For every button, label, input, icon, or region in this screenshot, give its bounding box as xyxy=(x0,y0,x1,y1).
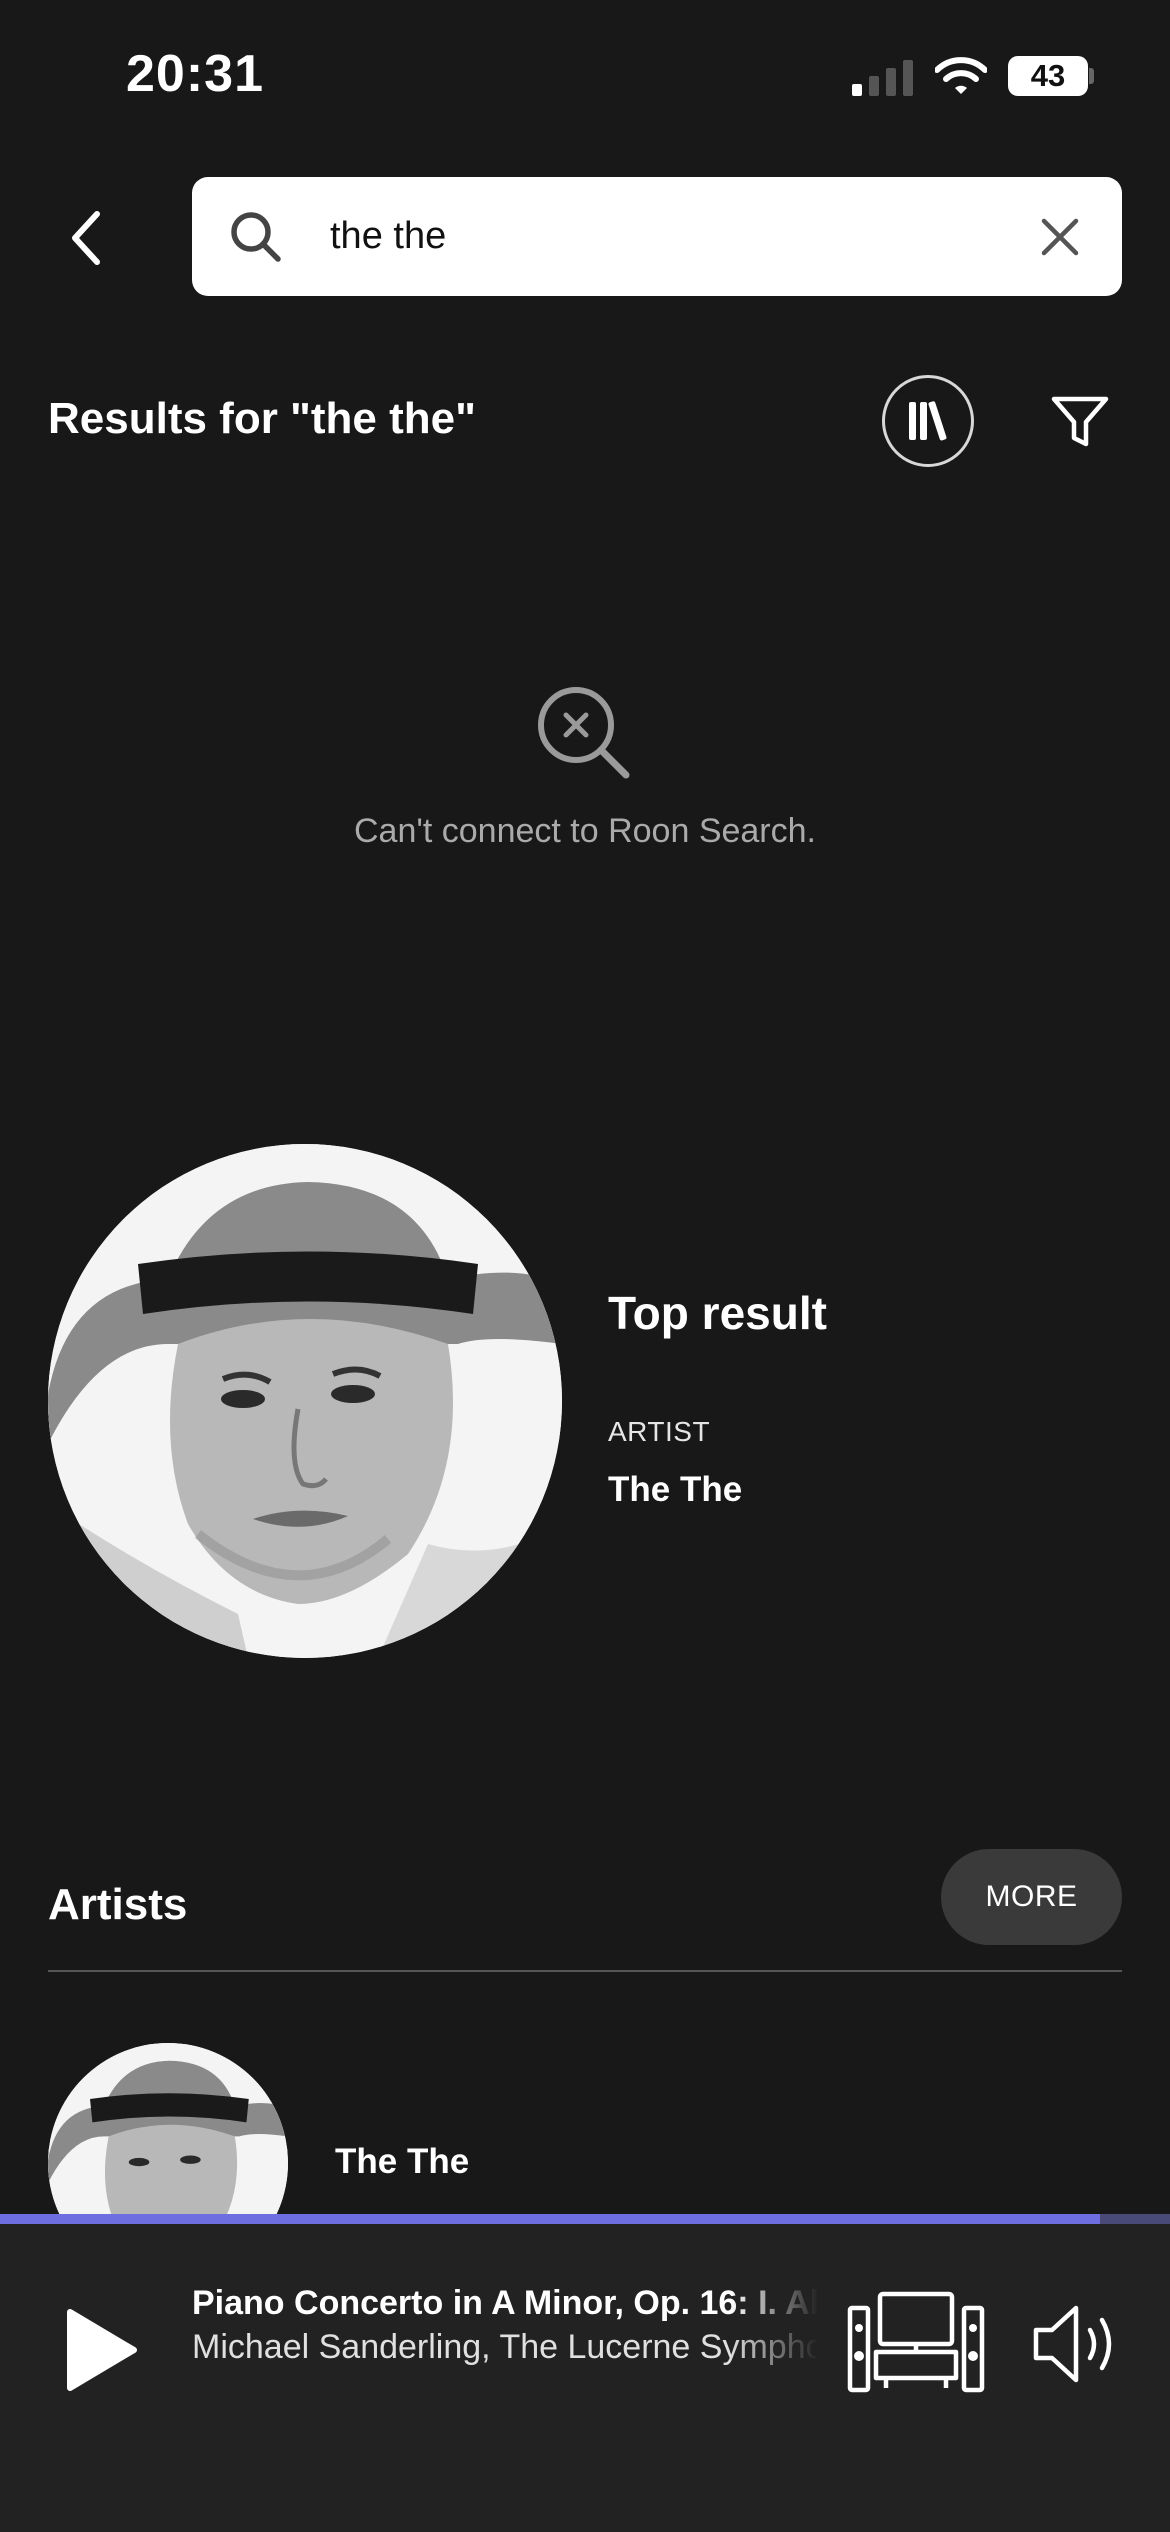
now-playing-bar[interactable]: Piano Concerto in A Minor, Op. 16: I. Al… xyxy=(0,2214,1170,2532)
wifi-icon xyxy=(935,57,987,94)
battery-cap xyxy=(1089,68,1094,84)
top-result-name[interactable]: The The xyxy=(608,1470,742,1510)
top-result-type: ARTIST xyxy=(608,1416,711,1447)
search-icon xyxy=(231,212,281,262)
zone-speakers-icon[interactable] xyxy=(846,2288,986,2398)
funnel-icon xyxy=(1051,396,1109,447)
top-result-artist-image[interactable] xyxy=(48,1144,562,1658)
battery-icon: 43 xyxy=(1008,56,1088,96)
library-icon xyxy=(909,401,947,441)
artists-more-button[interactable]: MORE xyxy=(941,1849,1122,1945)
artist-list-item-name[interactable]: The The xyxy=(335,2142,469,2182)
clear-search-button[interactable] xyxy=(1030,207,1090,267)
error-message: Can't connect to Roon Search. xyxy=(354,812,816,850)
volume-icon[interactable] xyxy=(1030,2300,1126,2388)
playback-progress-track[interactable] xyxy=(0,2214,1170,2224)
section-divider xyxy=(48,1970,1122,1972)
filter-button[interactable] xyxy=(1046,388,1114,456)
search-error-icon xyxy=(538,687,630,779)
results-title: Results for "the the" xyxy=(48,394,476,443)
search-box[interactable] xyxy=(192,177,1122,296)
playback-progress-fill xyxy=(0,2214,1100,2224)
artists-section-title: Artists xyxy=(48,1880,188,1929)
play-icon[interactable] xyxy=(62,2300,142,2400)
chevron-left-icon xyxy=(72,211,100,265)
close-icon xyxy=(1041,218,1079,256)
status-time: 20:31 xyxy=(126,45,264,103)
artist-portrait xyxy=(48,1144,562,1658)
battery-level: 43 xyxy=(1030,58,1066,93)
cellular-signal-icon xyxy=(852,58,913,96)
search-input[interactable] xyxy=(330,177,970,296)
now-playing-artist[interactable]: Michael Sanderling, The Lucerne Symphony… xyxy=(192,2328,818,2367)
back-button[interactable] xyxy=(50,200,120,276)
now-playing-title[interactable]: Piano Concerto in A Minor, Op. 16: I. Al… xyxy=(192,2284,818,2323)
top-result-label: Top result xyxy=(608,1287,827,1339)
library-toggle-button[interactable] xyxy=(882,375,974,467)
